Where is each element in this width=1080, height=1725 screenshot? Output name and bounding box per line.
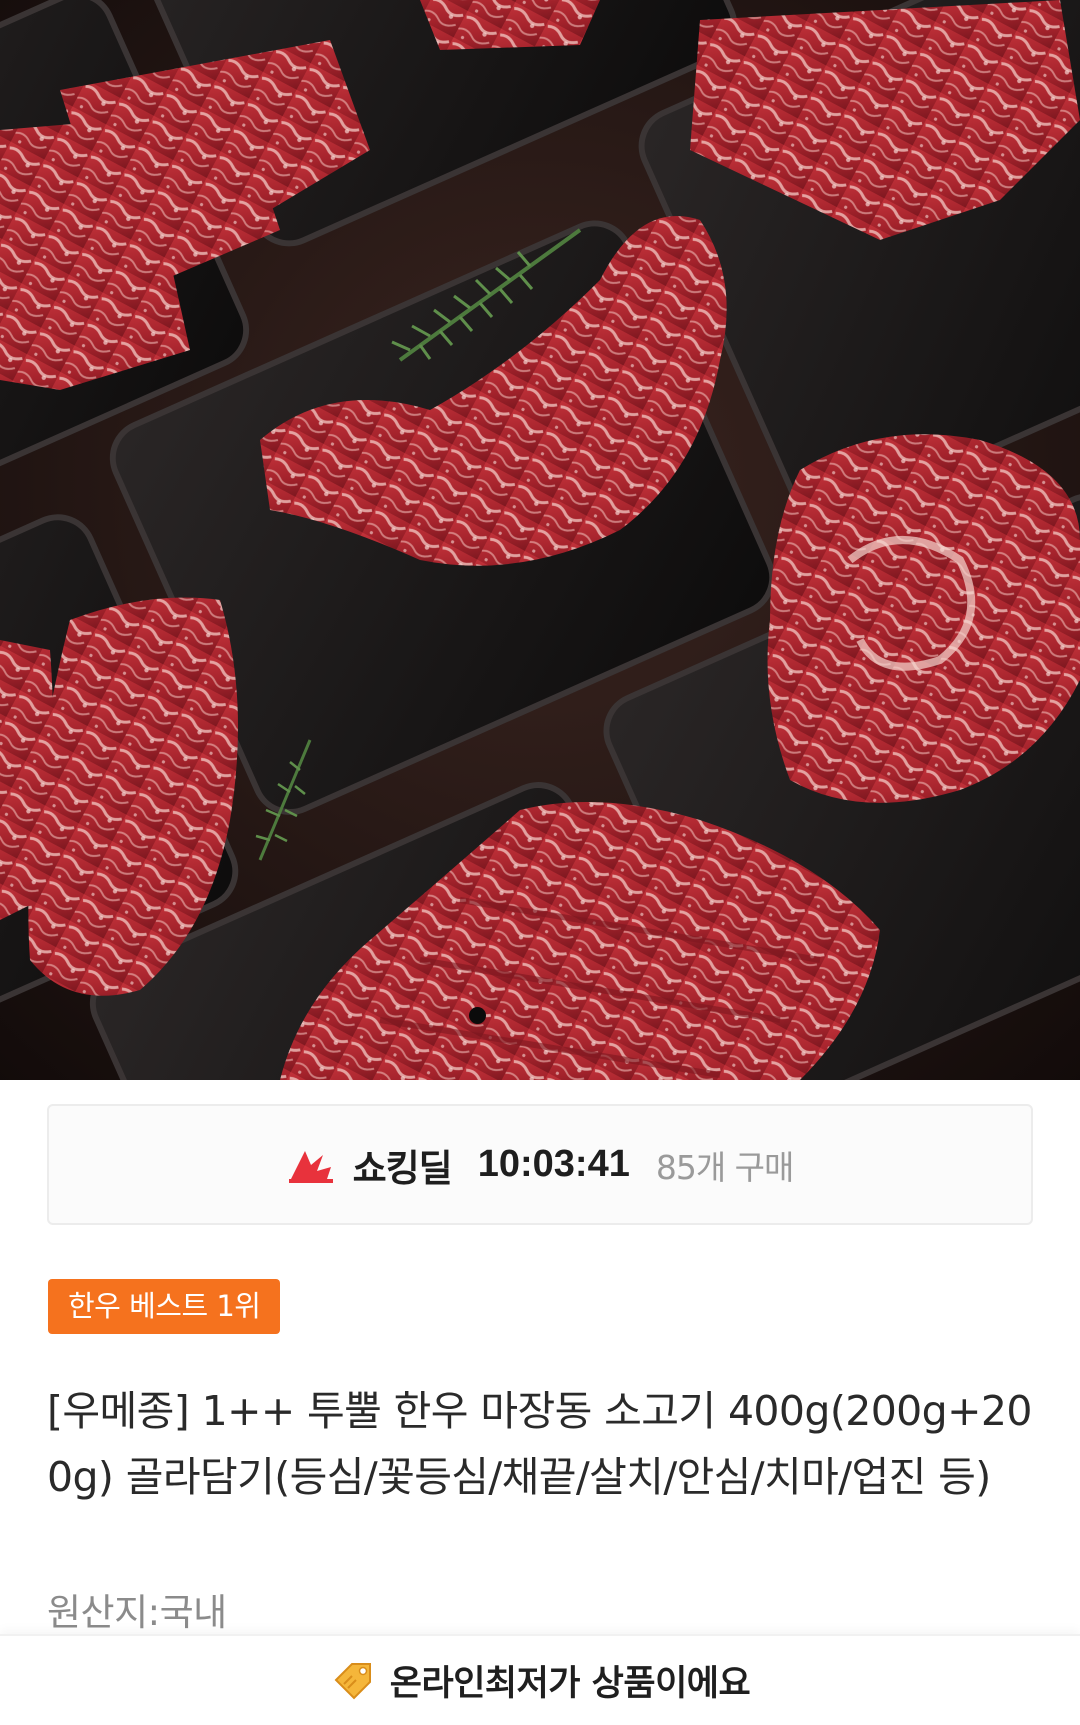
notice-text: 온라인최저가 상품이에요 bbox=[389, 1664, 751, 1704]
product-photo bbox=[0, 0, 1080, 1080]
carousel-indicator-dot[interactable] bbox=[469, 1007, 486, 1024]
purchase-count: 85개 구매 bbox=[655, 1147, 795, 1187]
lowest-price-notice[interactable]: 온라인최저가 상품이에요 bbox=[0, 1634, 1080, 1725]
product-title: [우메종] 1++ 투뿔 한우 마장동 소고기 400g(200g+200g) … bbox=[47, 1387, 1032, 1501]
product-origin: 원산지:국내 bbox=[47, 1591, 227, 1634]
shocking-deal-bar[interactable]: 쇼킹딜 10:03:41 85개 구매 bbox=[47, 1104, 1033, 1225]
price-tag-icon bbox=[334, 1662, 371, 1699]
deal-countdown-timer: 10:03:41 bbox=[477, 1143, 630, 1185]
shocking-deal-flash-icon bbox=[288, 1150, 333, 1183]
deal-label: 쇼킹딜 bbox=[352, 1146, 453, 1190]
best-rank-badge: 한우 베스트 1위 bbox=[48, 1279, 281, 1334]
product-image-carousel[interactable] bbox=[0, 0, 1080, 1080]
